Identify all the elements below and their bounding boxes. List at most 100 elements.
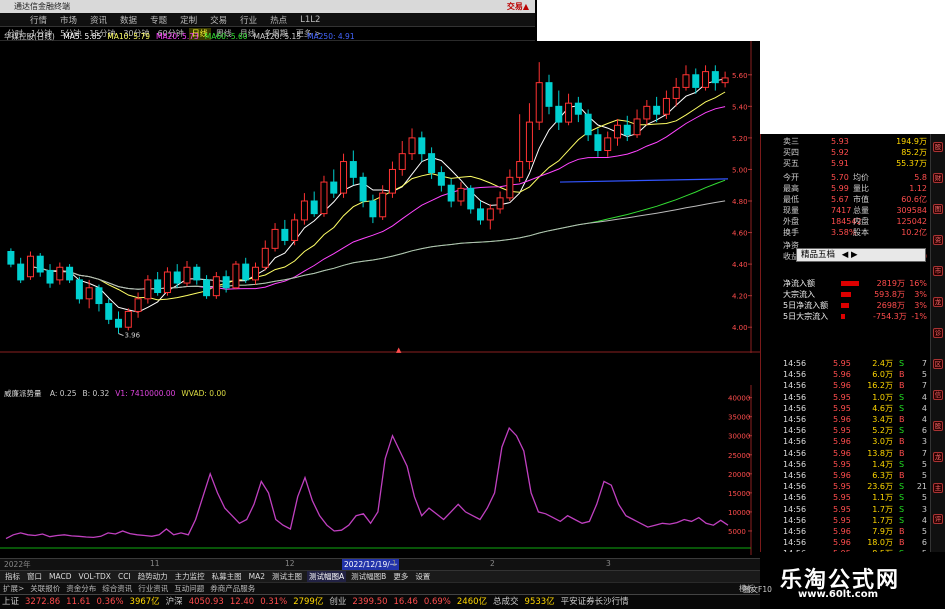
menu-item[interactable]: 资讯 — [90, 14, 107, 26]
sidebar-tool-icon[interactable]: 财 — [933, 173, 943, 183]
menu-item[interactable]: 交易 — [210, 14, 227, 26]
watermark-url: www.60lt.com — [798, 589, 879, 600]
extension-tab[interactable]: 互动问题 — [174, 583, 204, 594]
flow-value: 593.8万 — [874, 290, 905, 299]
stat-label: 最低 — [783, 195, 799, 204]
sidebar-tool-icon[interactable]: 评 — [933, 514, 943, 524]
sidebar-tool-icon[interactable]: 主 — [933, 483, 943, 493]
menu-item[interactable]: 专题 — [150, 14, 167, 26]
sidebar-tool-icon[interactable]: 诊 — [933, 328, 943, 338]
indicator-tab[interactable]: 私募主图 — [210, 571, 244, 582]
sidebar-tool-icon[interactable]: 图 — [933, 204, 943, 214]
candle-body — [320, 181, 328, 215]
y-tick-label: 5.40 — [732, 103, 748, 111]
menu-item[interactable]: 行业 — [240, 14, 257, 26]
tick-time: 14:56 — [783, 403, 807, 413]
candle-body — [467, 187, 475, 210]
tick-row: 14:56 5.95 5.2万 S 6 — [781, 425, 929, 436]
y-tick-label: 4.20 — [732, 293, 748, 301]
candle-body — [17, 263, 25, 281]
candle-body — [369, 200, 377, 218]
extension-tab[interactable]: 扩展> — [3, 583, 24, 594]
candle-body — [584, 113, 592, 136]
tick-time: 14:56 — [783, 493, 807, 503]
index-amount: 2799亿 — [293, 597, 324, 607]
indicator-chart[interactable]: 40000 35000 30000 25000 20000 15000 10000 5000 — [0, 385, 760, 555]
y-tick-label: 4.80 — [732, 198, 748, 206]
extension-tab[interactable]: 综合资讯 — [102, 583, 132, 594]
tick-price: 5.96 — [833, 381, 851, 391]
indicator-tab[interactable]: 测试主图 — [270, 571, 304, 582]
index-name[interactable]: 上证 — [2, 595, 19, 609]
tick-volume: 1.7万 — [872, 504, 893, 514]
y-tick-label: 5000 — [728, 528, 746, 536]
candle-body — [212, 276, 220, 297]
indicator-tab[interactable]: MACD — [47, 572, 73, 581]
premium-five-level-button[interactable]: 精品五档 ◀ ▶ — [796, 248, 926, 262]
sidebar-tool-icon[interactable]: 龙 — [933, 297, 943, 307]
index-name[interactable]: 沪深 — [166, 595, 183, 609]
indicator-tab[interactable]: CCI — [116, 572, 133, 581]
indicator-tab[interactable]: 趋势动力 — [136, 571, 170, 582]
index-price: 2399.50 — [352, 597, 388, 607]
extension-tab[interactable]: 资金分布 — [66, 583, 96, 594]
sidebar-tool-icon[interactable]: 市 — [933, 266, 943, 276]
index-name[interactable]: 创业 — [329, 595, 346, 609]
tick-price: 5.95 — [833, 459, 851, 469]
tick-side: S — [899, 493, 905, 503]
event-marker: ▲ — [396, 346, 402, 353]
candle-body — [594, 134, 602, 152]
candle-body — [291, 219, 299, 241]
sidebar-tool-icon[interactable]: 龙 — [933, 452, 943, 462]
sidebar-tool-icon[interactable]: 股 — [933, 142, 943, 152]
extension-tab[interactable]: 券商产品服务 — [210, 583, 255, 594]
sidebar-tool-icon[interactable]: 区 — [933, 359, 943, 369]
menu-item[interactable]: L1L2 — [300, 15, 320, 25]
title-bar: 通达信金融终端 交易▲ — [0, 0, 535, 13]
tick-count: 5 — [921, 493, 927, 503]
indicator-tab[interactable]: VOL-TDX — [76, 572, 112, 581]
stat-label: 最高 — [783, 184, 799, 193]
menu-bar: 行情 市场 资讯 数据 专题 定制 交易 行业 热点 L1L2 — [0, 13, 535, 27]
trade-brand[interactable]: 交易▲ — [507, 0, 529, 13]
candle-body — [496, 197, 504, 210]
candle-body — [7, 250, 15, 265]
indicator-tab[interactable]: 指标 — [3, 571, 22, 582]
indicator-tab[interactable]: 主力监控 — [173, 571, 207, 582]
candle-body — [105, 303, 113, 320]
indicator-tab[interactable]: 测试幅图B — [349, 571, 388, 582]
menu-item[interactable]: 市场 — [60, 14, 77, 26]
menu-item[interactable]: 行情 — [30, 14, 47, 26]
y-tick-label: 4.60 — [732, 230, 748, 238]
sidebar-tool-icon[interactable]: 股 — [933, 421, 943, 431]
f10-corner-label[interactable]: 图文F10 — [743, 584, 772, 595]
candle-body — [183, 266, 191, 284]
tick-time: 14:56 — [783, 504, 807, 514]
extension-tab[interactable]: 关联报价 — [30, 583, 60, 594]
indicator-tab[interactable]: MA2 — [247, 572, 267, 581]
candle-body — [692, 74, 700, 88]
price-chart[interactable]: 5.60 5.40 5.20 5.00 4.80 4.60 4.40 4.20 4.00 3.96… — [0, 41, 760, 353]
menu-item[interactable]: 数据 — [120, 14, 137, 26]
menu-item[interactable]: 热点 — [270, 14, 287, 26]
sidebar-tool-icon[interactable]: 资 — [933, 235, 943, 245]
indicator-tab[interactable]: 窗口 — [25, 571, 44, 582]
tick-time: 14:56 — [783, 527, 807, 536]
tick-price: 5.96 — [833, 437, 851, 447]
tick-time: 14:56 — [783, 515, 807, 525]
sidebar-tool-icon[interactable]: 信 — [933, 390, 943, 400]
indicator-tab[interactable]: 更多 — [391, 571, 410, 582]
indicator-tab[interactable]: 设置 — [413, 571, 432, 582]
y-tick-label: 20000 — [728, 471, 750, 479]
tick-count: 4 — [921, 403, 927, 413]
extension-tab[interactable]: 行业资讯 — [138, 583, 168, 594]
menu-item[interactable]: 定制 — [180, 14, 197, 26]
stat-value: 60.6亿 — [901, 195, 927, 204]
index-price: 4050.93 — [188, 597, 224, 607]
premium-five-level-label: 精品五档 — [801, 250, 836, 260]
tick-count: 5 — [921, 370, 927, 380]
indicator-bg — [0, 385, 760, 555]
indicator-tab[interactable]: 测试幅图A — [307, 571, 347, 582]
flow-value: -754.3万 — [873, 312, 907, 321]
index-percent: 0.69% — [423, 597, 451, 607]
